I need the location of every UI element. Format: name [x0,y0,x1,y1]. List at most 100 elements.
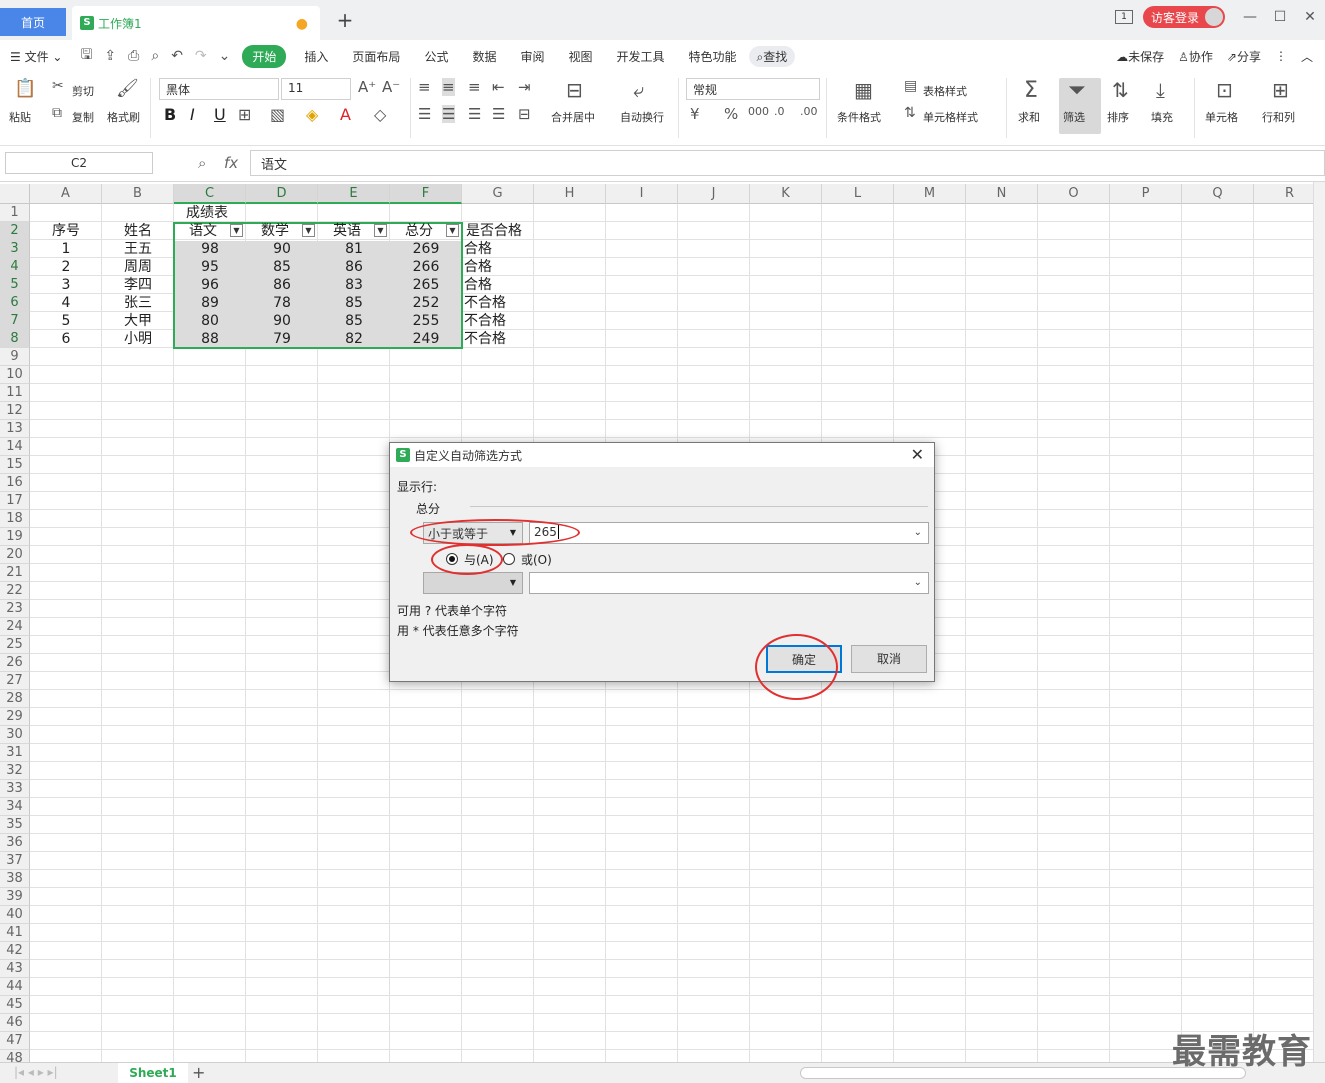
cell[interactable]: 266 [390,258,462,276]
italic-icon[interactable]: I [190,105,195,124]
row-header[interactable]: 37 [0,852,30,870]
sheet-nav-arrows-icon[interactable]: |◂ ◂ ▸ ▸| [14,1065,58,1079]
column-header-C[interactable]: C [174,184,246,204]
cell[interactable]: 255 [390,312,462,330]
filter-dropdown-icon[interactable]: ▼ [230,224,243,237]
menu-tab-page-layout[interactable]: 页面布局 [340,48,412,65]
row-header[interactable]: 39 [0,888,30,906]
collapse-ribbon-icon[interactable]: ︿ [1301,48,1313,65]
cell[interactable]: 王五 [102,240,174,258]
cell[interactable]: 88 [174,330,246,348]
menu-tab-review[interactable]: 审阅 [508,48,556,65]
row-header[interactable]: 24 [0,618,30,636]
row-header[interactable]: 12 [0,402,30,420]
cell[interactable]: 合格 [464,276,492,294]
row-header[interactable]: 44 [0,978,30,996]
row-header[interactable]: 33 [0,780,30,798]
row-header[interactable]: 13 [0,420,30,438]
cell[interactable]: 大甲 [102,312,174,330]
currency-icon[interactable]: ¥ [690,105,700,123]
table-style-icon[interactable]: ▤ [904,78,917,94]
row-header[interactable]: 26 [0,654,30,672]
align-center-icon[interactable]: ☰ [442,105,456,123]
formula-input[interactable]: 语文 [250,150,1325,176]
column-header-H[interactable]: H [534,184,606,204]
format-painter-icon[interactable]: 🖌 [116,78,139,99]
row-header[interactable]: 4 [0,258,30,276]
clear-format-icon[interactable]: ◇ [374,105,386,124]
sheet-title-cell[interactable]: 成绩表 [186,204,228,222]
cell[interactable]: 6 [30,330,102,348]
unsaved-status[interactable]: ☁未保存 [1116,48,1164,65]
header-cell[interactable]: 英语 [318,222,376,240]
column-header-L[interactable]: L [822,184,894,204]
row-header[interactable]: 45 [0,996,30,1014]
font-size-select[interactable]: 11 [281,78,351,100]
or-radio-label[interactable]: 或(O) [521,551,552,568]
thousands-icon[interactable]: 000 [748,105,769,118]
font-color-icon[interactable]: A [340,105,351,124]
merge-center-icon[interactable]: ⊟ [566,78,583,102]
justify-icon[interactable]: ☰ [492,105,505,123]
underline-icon[interactable]: U [214,105,226,124]
zoom-icon[interactable]: ⌕ [198,154,206,172]
column-header-I[interactable]: I [606,184,678,204]
close-icon[interactable]: ✕ [1295,9,1325,25]
conditional-format-button[interactable]: 条件格式 [837,109,881,125]
align-right-icon[interactable]: ☰ [468,105,481,123]
cell[interactable]: 李四 [102,276,174,294]
menu-tab-insert[interactable]: 插入 [292,48,340,65]
column-header-B[interactable]: B [102,184,174,204]
align-top-icon[interactable]: ≡ [418,78,431,96]
row-header[interactable]: 38 [0,870,30,888]
row-header[interactable]: 25 [0,636,30,654]
wrap-text-icon[interactable]: ⤶ [633,78,644,102]
row-header[interactable]: 28 [0,690,30,708]
cell[interactable]: 不合格 [464,330,506,348]
cell[interactable]: 90 [246,240,318,258]
row-header[interactable]: 22 [0,582,30,600]
cell[interactable]: 3 [30,276,102,294]
cell[interactable]: 85 [318,294,390,312]
row-header[interactable]: 7 [0,312,30,330]
cell[interactable]: 小明 [102,330,174,348]
column-header-Q[interactable]: Q [1182,184,1254,204]
column-header-O[interactable]: O [1038,184,1110,204]
row-header[interactable]: 34 [0,798,30,816]
name-box[interactable]: C2 [5,152,153,174]
menu-tab-view[interactable]: 视图 [556,48,604,65]
column-header-P[interactable]: P [1110,184,1182,204]
row-header[interactable]: 17 [0,492,30,510]
login-button[interactable]: 访客登录 [1142,6,1225,28]
row-header[interactable]: 10 [0,366,30,384]
cell[interactable]: 89 [174,294,246,312]
row-header[interactable]: 6 [0,294,30,312]
cell[interactable]: 85 [318,312,390,330]
indent-increase-icon[interactable]: ⇥ [518,78,531,96]
file-menu[interactable]: ☰ 文件 ⌄ [0,48,74,65]
row-header[interactable]: 5 [0,276,30,294]
decrease-font-icon[interactable]: A⁻ [382,78,400,96]
cell[interactable]: 95 [174,258,246,276]
column-header-D[interactable]: D [246,184,318,204]
row-header[interactable]: 16 [0,474,30,492]
document-tab[interactable]: S 工作簿1 ● [72,6,320,40]
cell[interactable]: 90 [246,312,318,330]
cell[interactable]: 4 [30,294,102,312]
cell[interactable]: 96 [174,276,246,294]
row-header[interactable]: 8 [0,330,30,348]
row-header[interactable]: 2 [0,222,30,240]
row-header[interactable]: 27 [0,672,30,690]
header-cell[interactable]: 语文 [174,222,232,240]
print-icon[interactable]: ⎙ [128,48,139,64]
operator2-select[interactable]: ▼ [423,572,523,594]
row-header[interactable]: 29 [0,708,30,726]
row-header[interactable]: 9 [0,348,30,366]
row-header[interactable]: 41 [0,924,30,942]
distribute-icon[interactable]: ⊟ [518,105,531,123]
cell[interactable]: 周周 [102,258,174,276]
row-header[interactable]: 18 [0,510,30,528]
column-header-J[interactable]: J [678,184,750,204]
bold-icon[interactable]: B [164,105,176,124]
increase-font-icon[interactable]: A⁺ [358,78,376,96]
